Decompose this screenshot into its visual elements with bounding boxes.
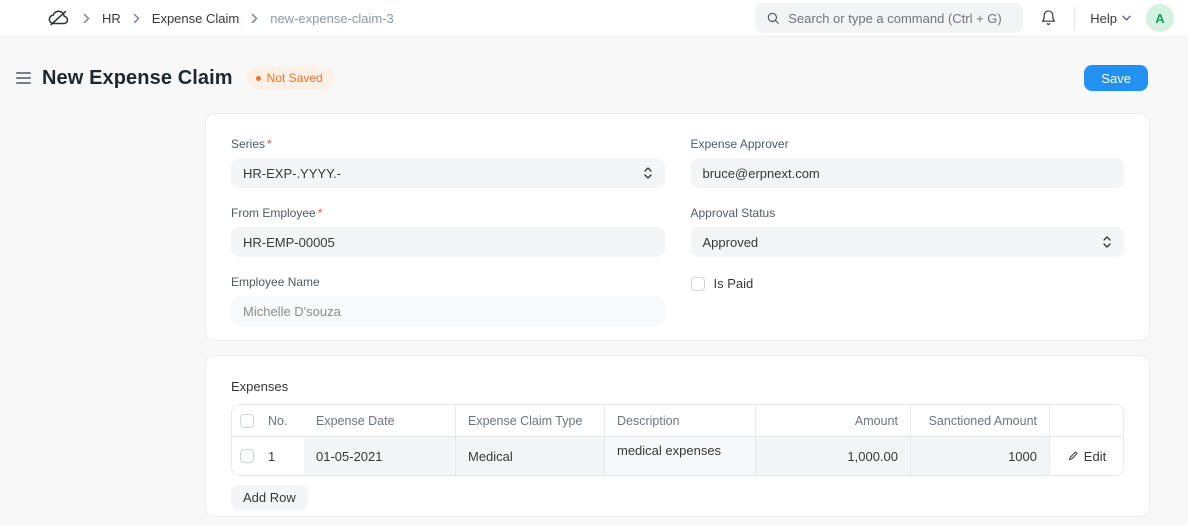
from-employee-value: HR-EMP-00005 bbox=[243, 235, 335, 250]
save-button[interactable]: Save bbox=[1084, 65, 1148, 91]
employee-name-label: Employee Name bbox=[231, 275, 665, 289]
from-employee-field: From Employee* HR-EMP-00005 bbox=[231, 206, 665, 257]
notifications-button[interactable] bbox=[1038, 7, 1059, 29]
add-row-button[interactable]: Add Row bbox=[231, 485, 308, 510]
search-icon bbox=[766, 11, 780, 25]
global-search[interactable] bbox=[755, 3, 1023, 33]
expense-approver-label: Expense Approver bbox=[691, 137, 1125, 151]
bell-icon bbox=[1040, 9, 1057, 27]
navbar-right: Help A bbox=[755, 3, 1174, 33]
chevron-up-down-icon bbox=[1102, 235, 1112, 249]
edit-row-button[interactable]: Edit bbox=[1067, 449, 1106, 464]
status-badge-label: Not Saved bbox=[267, 71, 323, 85]
breadcrumb-hr[interactable]: HR bbox=[102, 11, 121, 26]
chevron-right-icon bbox=[133, 13, 140, 24]
column-no: No. bbox=[268, 414, 287, 428]
help-label: Help bbox=[1090, 11, 1117, 26]
is-paid-checkbox[interactable] bbox=[691, 277, 705, 291]
is-paid-field: Is Paid bbox=[691, 275, 1125, 326]
column-amount: Amount bbox=[755, 405, 910, 436]
pencil-icon bbox=[1067, 450, 1079, 462]
expenses-grid-header: No. Expense Date Expense Claim Type Desc… bbox=[232, 405, 1123, 437]
select-all-checkbox[interactable] bbox=[240, 414, 254, 428]
search-input[interactable] bbox=[788, 11, 1012, 26]
employee-name-value: Michelle D'souza bbox=[243, 304, 341, 319]
expense-approver-field: Expense Approver bruce@erpnext.com bbox=[691, 137, 1125, 188]
from-employee-input[interactable]: HR-EMP-00005 bbox=[231, 227, 665, 257]
column-sanctioned-amount: Sanctioned Amount bbox=[910, 405, 1049, 436]
expense-row: 1 01-05-2021 Medical medical expenses 1,… bbox=[232, 437, 1123, 475]
sanctioned-amount-cell[interactable]: 1000 bbox=[910, 437, 1049, 475]
status-badge: Not Saved bbox=[247, 67, 333, 89]
row-actions-cell: Edit bbox=[1049, 437, 1123, 475]
description-cell[interactable]: medical expenses bbox=[604, 437, 755, 475]
sidebar-toggle-button[interactable] bbox=[16, 70, 31, 86]
status-dot-icon bbox=[256, 76, 261, 81]
breadcrumb-expense-claim[interactable]: Expense Claim bbox=[152, 11, 239, 26]
approval-status-value: Approved bbox=[703, 235, 759, 250]
edit-row-label: Edit bbox=[1084, 449, 1106, 464]
employee-name-input: Michelle D'souza bbox=[231, 296, 665, 326]
column-expense-date: Expense Date bbox=[304, 405, 455, 436]
breadcrumb: HR Expense Claim new-expense-claim-3 bbox=[83, 11, 394, 26]
top-navbar: HR Expense Claim new-expense-claim-3 bbox=[0, 0, 1188, 37]
row-number: 1 bbox=[268, 449, 275, 464]
cloud-slash-icon bbox=[46, 7, 71, 29]
expense-date-cell[interactable]: 01-05-2021 bbox=[304, 437, 455, 475]
series-value: HR-EXP-.YYYY.- bbox=[243, 166, 341, 181]
navbar-divider bbox=[1074, 7, 1075, 29]
approval-status-select[interactable]: Approved bbox=[691, 227, 1125, 257]
expenses-section-label: Expenses bbox=[231, 379, 1124, 394]
page-title: New Expense Claim bbox=[42, 67, 233, 90]
chevron-down-icon bbox=[1122, 15, 1131, 21]
column-description: Description bbox=[604, 405, 755, 436]
approval-status-field: Approval Status Approved bbox=[691, 206, 1125, 257]
chevron-right-icon bbox=[83, 13, 90, 24]
is-paid-label: Is Paid bbox=[714, 276, 754, 291]
series-field: Series* HR-EXP-.YYYY.- bbox=[231, 137, 665, 188]
page-header: New Expense Claim Not Saved Save bbox=[0, 60, 1188, 96]
column-actions bbox=[1049, 405, 1123, 436]
approval-status-label: Approval Status bbox=[691, 206, 1125, 220]
expense-approver-value: bruce@erpnext.com bbox=[703, 166, 820, 181]
expense-approver-input[interactable]: bruce@erpnext.com bbox=[691, 158, 1125, 188]
required-asterisk: * bbox=[318, 206, 323, 220]
series-select[interactable]: HR-EXP-.YYYY.- bbox=[231, 158, 665, 188]
amount-cell[interactable]: 1,000.00 bbox=[755, 437, 910, 475]
expenses-section-card: Expenses No. Expense Date Expense Claim … bbox=[205, 355, 1150, 517]
series-label: Series* bbox=[231, 137, 665, 151]
row-checkbox[interactable] bbox=[240, 449, 254, 463]
from-employee-label: From Employee* bbox=[231, 206, 665, 220]
help-menu[interactable]: Help bbox=[1090, 11, 1131, 26]
chevron-up-down-icon bbox=[643, 166, 653, 180]
breadcrumb-current: new-expense-claim-3 bbox=[270, 11, 394, 26]
expense-claim-type-cell[interactable]: Medical bbox=[455, 437, 604, 475]
expenses-grid: No. Expense Date Expense Claim Type Desc… bbox=[231, 404, 1124, 476]
employee-name-field: Employee Name Michelle D'souza bbox=[231, 275, 665, 326]
details-section-card: Series* HR-EXP-.YYYY.- Expense Approver … bbox=[205, 113, 1150, 341]
user-avatar[interactable]: A bbox=[1146, 4, 1174, 32]
chevron-right-icon bbox=[251, 13, 258, 24]
app-logo[interactable] bbox=[46, 7, 71, 29]
required-asterisk: * bbox=[267, 137, 272, 151]
column-expense-claim-type: Expense Claim Type bbox=[455, 405, 604, 436]
avatar-letter: A bbox=[1155, 11, 1164, 26]
